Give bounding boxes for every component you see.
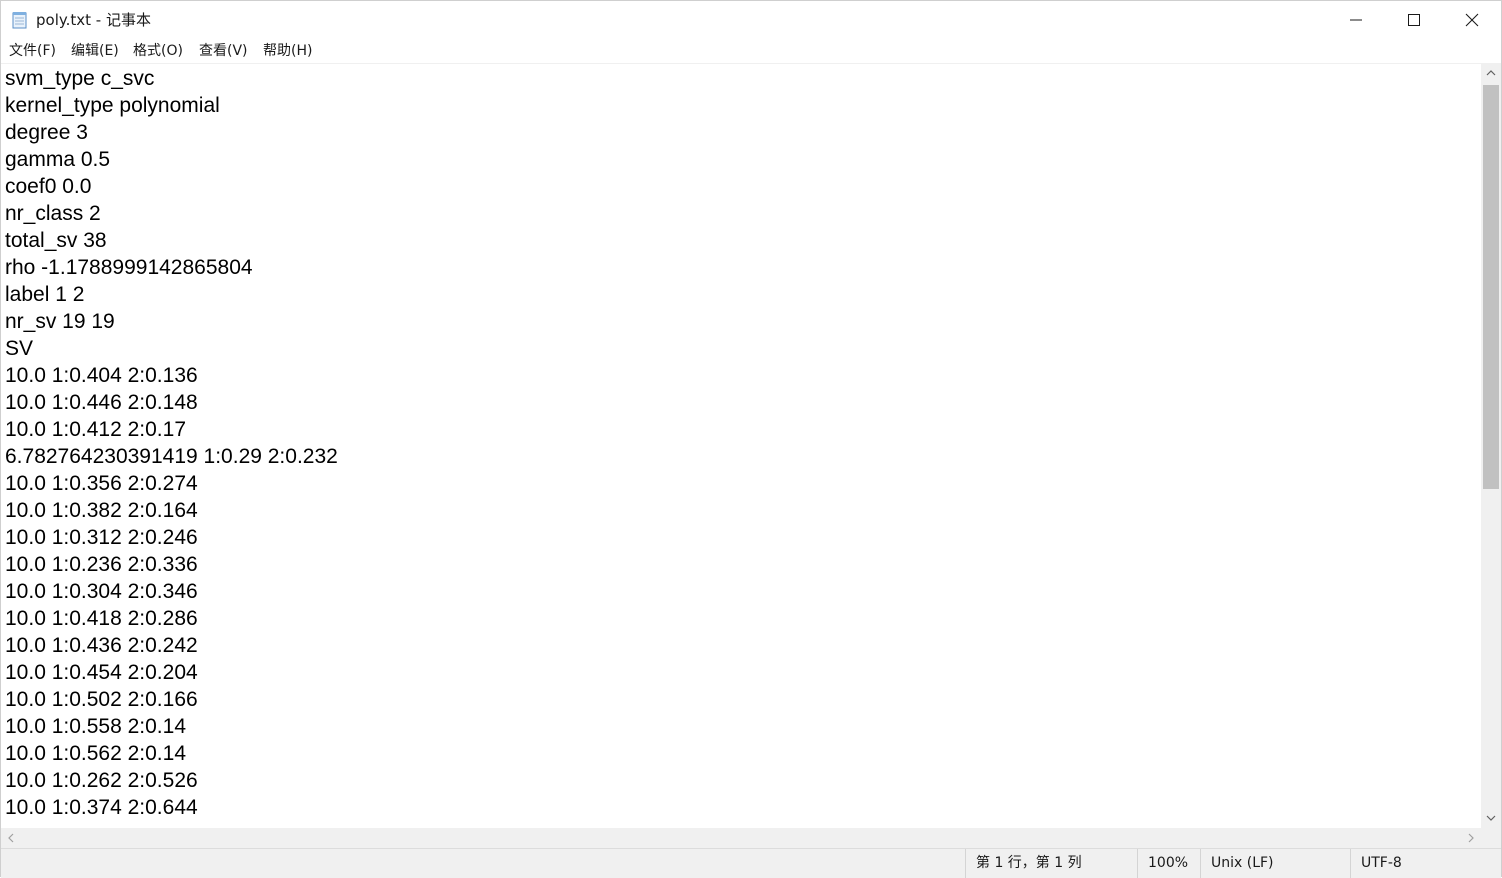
window-title: poly.txt - 记事本 xyxy=(36,11,151,29)
scroll-down-arrow-icon[interactable] xyxy=(1481,808,1501,828)
scroll-right-arrow-icon[interactable] xyxy=(1461,828,1481,848)
menu-view[interactable]: 查看(V) xyxy=(199,42,248,60)
minimize-button[interactable] xyxy=(1327,1,1385,39)
maximize-icon xyxy=(1408,14,1420,26)
text-line: 10.0 1:0.562 2:0.14 xyxy=(5,742,186,765)
text-line: label 1 2 xyxy=(5,283,85,306)
title-bar[interactable]: poly.txt - 记事本 xyxy=(1,1,1501,39)
notepad-icon xyxy=(12,12,27,29)
menu-format[interactable]: 格式(O) xyxy=(133,42,183,60)
text-line: nr_class 2 xyxy=(5,202,101,225)
scrollbar-corner xyxy=(1481,828,1501,848)
scroll-left-arrow-icon[interactable] xyxy=(1,828,21,848)
text-line: SV xyxy=(5,337,34,360)
horizontal-scrollbar[interactable] xyxy=(1,828,1481,848)
menu-help[interactable]: 帮助(H) xyxy=(263,42,312,60)
menu-bar: 文件(F) 编辑(E) 格式(O) 查看(V) 帮助(H) xyxy=(1,39,1501,63)
menu-file[interactable]: 文件(F) xyxy=(9,42,56,60)
status-line-ending: Unix (LF) xyxy=(1200,849,1350,878)
status-zoom: 100% xyxy=(1137,849,1200,878)
text-line: 6.782764230391419 1:0.29 2:0.232 xyxy=(5,445,338,468)
text-line: rho -1.1788999142865804 xyxy=(5,256,253,279)
text-line: total_sv 38 xyxy=(5,229,107,252)
minimize-icon xyxy=(1350,19,1362,21)
status-bar: 第 1 行，第 1 列 100% Unix (LF) UTF-8 xyxy=(1,848,1501,878)
text-line: kernel_type polynomial xyxy=(5,94,220,117)
text-line: 10.0 1:0.304 2:0.346 xyxy=(5,580,198,603)
text-line: gamma 0.5 xyxy=(5,148,111,171)
text-line: 10.0 1:0.454 2:0.204 xyxy=(5,661,198,684)
text-line: degree 3 xyxy=(5,121,88,144)
text-line: 10.0 1:0.374 2:0.644 xyxy=(5,796,198,819)
close-icon xyxy=(1465,13,1479,27)
vertical-scrollbar[interactable] xyxy=(1481,63,1501,828)
text-line: nr_sv 19 19 xyxy=(5,310,115,333)
text-line: 10.0 1:0.446 2:0.148 xyxy=(5,391,198,414)
text-editor[interactable]: svm_type c_svc kernel_type polynomial degr… xyxy=(1,63,1481,829)
text-line: 10.0 1:0.436 2:0.242 xyxy=(5,634,198,657)
text-line: 10.0 1:0.418 2:0.286 xyxy=(5,607,198,630)
text-line: 10.0 1:0.356 2:0.274 xyxy=(5,472,198,495)
status-cursor-position: 第 1 行，第 1 列 xyxy=(965,849,1137,878)
text-line: 10.0 1:0.236 2:0.336 xyxy=(5,553,198,576)
status-encoding: UTF-8 xyxy=(1350,849,1501,878)
text-line: 10.0 1:0.558 2:0.14 xyxy=(5,715,186,738)
notepad-window: poly.txt - 记事本 文件(F) 编辑(E) 格式(O) 查看(V) 帮… xyxy=(0,0,1502,878)
text-line: 10.0 1:0.412 2:0.17 xyxy=(5,418,186,441)
text-line: 10.0 1:0.262 2:0.526 xyxy=(5,769,198,792)
text-line: 10.0 1:0.502 2:0.166 xyxy=(5,688,198,711)
text-line: coef0 0.0 xyxy=(5,175,92,198)
close-button[interactable] xyxy=(1443,1,1501,39)
maximize-button[interactable] xyxy=(1385,1,1443,39)
text-line: 10.0 1:0.404 2:0.136 xyxy=(5,364,198,387)
menu-edit[interactable]: 编辑(E) xyxy=(71,42,119,60)
scroll-up-arrow-icon[interactable] xyxy=(1481,63,1501,83)
text-line: 10.0 1:0.312 2:0.246 xyxy=(5,526,198,549)
text-line: svm_type c_svc xyxy=(5,67,155,90)
vertical-scroll-thumb[interactable] xyxy=(1483,85,1499,489)
text-line: 10.0 1:0.382 2:0.164 xyxy=(5,499,198,522)
